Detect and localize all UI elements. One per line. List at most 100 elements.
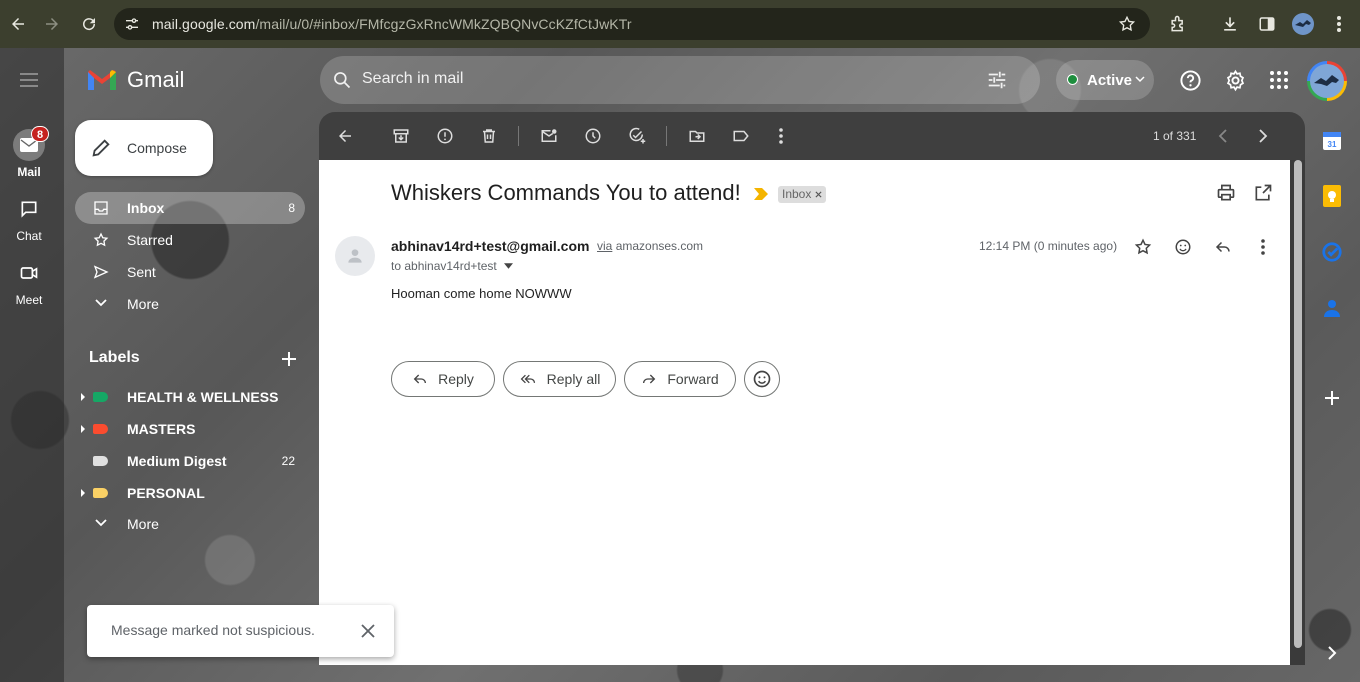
- star-message-icon[interactable]: [1131, 235, 1155, 259]
- rail-mail-label: Mail: [17, 165, 41, 179]
- contacts-icon[interactable]: [1320, 296, 1344, 320]
- scrollbar-thumb[interactable]: [1294, 160, 1302, 648]
- url-text[interactable]: mail.google.com/mail/u/0/#inbox/FMfcgzGx…: [152, 16, 632, 32]
- smiley-icon: [752, 369, 772, 389]
- add-label-icon[interactable]: [281, 351, 297, 367]
- reply-button[interactable]: Reply: [391, 361, 495, 397]
- meet-video-icon[interactable]: [13, 257, 45, 289]
- extensions-icon[interactable]: [1168, 14, 1188, 34]
- back-to-inbox-icon[interactable]: [333, 124, 357, 148]
- toolbar-divider: [518, 126, 519, 146]
- bookmark-star-icon[interactable]: [1118, 15, 1136, 33]
- search-options-icon[interactable]: [986, 69, 1008, 91]
- rail-meet-label: Meet: [15, 293, 43, 307]
- reply-arrow-icon[interactable]: [1211, 235, 1235, 259]
- pencil-icon[interactable]: [90, 137, 112, 159]
- label-name: HEALTH & WELLNESS: [127, 389, 279, 405]
- inbox-icon: [93, 200, 109, 216]
- label-name: Medium Digest: [127, 453, 227, 469]
- label-count: 22: [281, 454, 295, 468]
- older-chevron-right-icon[interactable]: [1251, 124, 1275, 148]
- keep-notes-icon[interactable]: [1320, 184, 1344, 208]
- delete-trash-icon[interactable]: [477, 124, 501, 148]
- newer-chevron-left-icon[interactable]: [1211, 124, 1235, 148]
- expand-arrow-icon[interactable]: [81, 425, 85, 433]
- search-icon[interactable]: [332, 70, 352, 90]
- site-settings-icon[interactable]: [124, 16, 140, 32]
- forward-button[interactable]: Forward: [624, 361, 736, 397]
- rail-chat-label: Chat: [16, 229, 42, 243]
- status-label: Active: [1087, 72, 1133, 89]
- sender-email[interactable]: abhinav14rd+test@gmail.com: [391, 238, 589, 254]
- forward-arrow-icon: [641, 371, 657, 387]
- sidebar-item-label: Sent: [127, 264, 156, 280]
- reload-icon[interactable]: [77, 12, 101, 36]
- move-to-folder-icon[interactable]: [685, 124, 709, 148]
- forward-icon[interactable]: [40, 12, 64, 36]
- report-spam-icon[interactable]: [433, 124, 457, 148]
- download-icon[interactable]: [1220, 14, 1240, 34]
- message-more-icon[interactable]: [1251, 235, 1275, 259]
- open-in-new-window-icon[interactable]: [1253, 183, 1273, 203]
- profile-avatar[interactable]: [1292, 13, 1314, 35]
- add-to-tasks-icon[interactable]: [625, 124, 649, 148]
- label-tag-icon: [93, 488, 108, 498]
- rail-chat[interactable]: Chat: [0, 193, 58, 243]
- sidebar-item-sent[interactable]: Sent: [75, 256, 305, 288]
- label-item-health-wellness[interactable]: HEALTH & WELLNESS: [75, 381, 305, 413]
- add-reaction-emoji-icon[interactable]: [1171, 235, 1195, 259]
- show-details-dropdown-icon[interactable]: [504, 263, 513, 269]
- show-side-panel-chevron-icon[interactable]: [1320, 641, 1344, 665]
- get-addons-plus-icon[interactable]: [1320, 386, 1344, 410]
- compose-label[interactable]: Compose: [127, 140, 187, 156]
- rail-mail[interactable]: Mail: [0, 129, 58, 179]
- close-icon[interactable]: [358, 621, 378, 641]
- inbox-label-chip[interactable]: Inbox: [778, 186, 827, 203]
- sidebar-item-inbox[interactable]: Inbox 8: [75, 192, 305, 224]
- via-link[interactable]: via: [597, 239, 612, 253]
- calendar-icon[interactable]: 31: [1320, 128, 1344, 152]
- apps-grid-icon[interactable]: [1270, 71, 1288, 89]
- label-tag-outline-icon[interactable]: [729, 124, 753, 148]
- archive-icon[interactable]: [389, 124, 413, 148]
- mark-unread-icon[interactable]: [537, 124, 561, 148]
- via-line: via amazonses.com: [597, 239, 703, 253]
- gmail-logo-icon[interactable]: [86, 68, 118, 92]
- more-options-icon[interactable]: [769, 124, 793, 148]
- importance-marker-icon[interactable]: [754, 188, 768, 200]
- back-icon[interactable]: [6, 12, 30, 36]
- chat-icon[interactable]: [13, 193, 45, 225]
- snooze-clock-icon[interactable]: [581, 124, 605, 148]
- side-panel-icon[interactable]: [1258, 15, 1276, 33]
- label-item-medium-digest[interactable]: Medium Digest 22: [75, 445, 305, 477]
- labels-more-label: More: [127, 516, 159, 532]
- search-input[interactable]: Search in mail: [362, 70, 463, 88]
- remove-label-icon[interactable]: [815, 191, 822, 198]
- sender-avatar[interactable]: [335, 236, 375, 276]
- settings-gear-icon[interactable]: [1224, 69, 1247, 92]
- tasks-icon[interactable]: [1320, 240, 1344, 264]
- account-avatar[interactable]: [1307, 61, 1347, 101]
- inbox-count: 8: [288, 201, 295, 215]
- expand-arrow-icon[interactable]: [81, 393, 85, 401]
- rail-meet[interactable]: Meet: [0, 257, 58, 307]
- chrome-menu-icon[interactable]: [1330, 13, 1348, 35]
- send-icon: [93, 264, 109, 280]
- sidebar-item-starred[interactable]: Starred: [75, 224, 305, 256]
- inbox-chip-label: Inbox: [782, 187, 812, 201]
- emoji-reaction-button[interactable]: [744, 361, 780, 397]
- pager-count: 1 of 331: [1153, 129, 1197, 143]
- print-icon[interactable]: [1216, 183, 1236, 203]
- expand-arrow-icon[interactable]: [81, 489, 85, 497]
- label-item-masters[interactable]: MASTERS: [75, 413, 305, 445]
- gmail-wordmark[interactable]: Gmail: [127, 67, 184, 93]
- label-tag-icon: [93, 392, 108, 402]
- reply-all-icon: [519, 371, 537, 387]
- sidebar-item-more[interactable]: More: [75, 288, 305, 320]
- labels-more[interactable]: More: [75, 508, 305, 540]
- label-item-personal[interactable]: PERSONAL: [75, 477, 305, 509]
- reply-all-button[interactable]: Reply all: [503, 361, 616, 397]
- help-icon[interactable]: [1179, 69, 1202, 92]
- sidebar-item-label: More: [127, 296, 159, 312]
- toast-message: Message marked not suspicious.: [111, 622, 315, 638]
